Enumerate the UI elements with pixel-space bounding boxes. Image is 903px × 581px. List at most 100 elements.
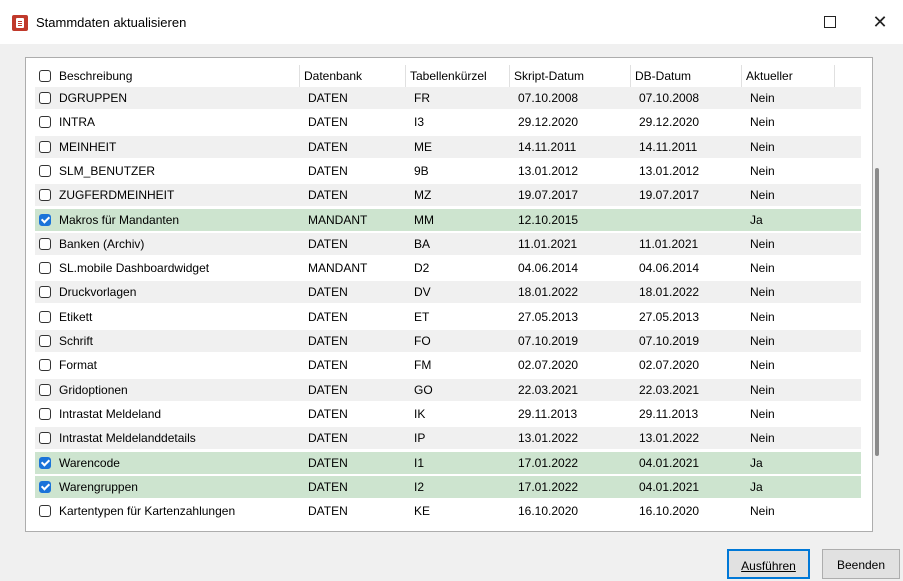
row-description: MEINHEIT — [59, 139, 117, 154]
row-checkbox[interactable] — [39, 116, 51, 129]
maximize-button[interactable] — [807, 0, 853, 44]
row-checkbox[interactable] — [39, 456, 51, 469]
row-description: Warencode — [59, 455, 120, 470]
cell-datenbank: DATEN — [308, 406, 348, 421]
cell-db-datum: 04.06.2014 — [639, 261, 700, 276]
row-checkbox[interactable] — [39, 310, 51, 323]
row-checkbox[interactable] — [39, 359, 51, 372]
row-description: SL.mobile Dashboardwidget — [59, 261, 210, 276]
end-button[interactable]: Beenden — [822, 549, 900, 579]
cell-aktueller: Nein — [750, 163, 775, 178]
cell-beschreibung: Intrastat Meldeland — [35, 403, 300, 426]
cell-skript-datum: 11.01.2021 — [518, 236, 578, 251]
cell-aktueller: Ja — [750, 455, 763, 470]
row-description: SLM_BENUTZER — [59, 163, 156, 178]
cell-db-datum: 07.10.2008 — [639, 91, 700, 105]
row-checkbox[interactable] — [39, 237, 51, 250]
row-checkbox[interactable] — [39, 189, 51, 202]
row-checkbox[interactable] — [39, 505, 51, 518]
cell-skript-datum: 13.01.2012 — [518, 163, 579, 178]
cell-tabellenkuerzel: BA — [414, 236, 431, 251]
table-row[interactable]: Kartentypen für Kartenzahlungen DATEN KE 16… — [35, 500, 861, 524]
table-row[interactable]: Gridoptionen DATEN GO 22.03.2021 22.03.2021 N… — [35, 378, 861, 402]
table-row[interactable]: Etikett DATEN ET 27.05.2013 27.05.2013 Nein — [35, 305, 861, 329]
table-row[interactable]: Intrastat Meldelanddetails DATEN IP 13.01.2… — [35, 427, 861, 451]
row-description: ZUGFERDMEINHEIT — [59, 188, 175, 203]
row-checkbox[interactable] — [39, 407, 51, 420]
column-header-db-datum[interactable]: DB-Datum — [631, 65, 742, 87]
column-label: Beschreibung — [59, 69, 133, 83]
row-checkbox[interactable] — [39, 164, 51, 177]
row-checkbox[interactable] — [39, 335, 51, 347]
column-header-aktueller[interactable]: Aktueller — [742, 65, 835, 87]
table-row[interactable]: SL.mobile Dashboardwidget MANDANT D2 04.06.… — [35, 257, 861, 281]
table-row[interactable]: Warengruppen DATEN I2 17.01.2022 04.01.2021 J… — [35, 475, 861, 499]
cell-datenbank: DATEN — [308, 309, 348, 324]
run-button[interactable]: Ausführen — [727, 549, 810, 579]
cell-datenbank: DATEN — [308, 431, 348, 446]
data-grid[interactable]: Beschreibung Datenbank Tabellenkürzel Sk… — [25, 57, 879, 532]
column-header-datenbank[interactable]: Datenbank — [300, 65, 406, 87]
row-checkbox[interactable] — [39, 432, 51, 445]
table-row[interactable]: SLM_BENUTZER DATEN 9B 13.01.2012 13.01.2012 N… — [35, 159, 861, 183]
cell-db-datum: 13.01.2012 — [639, 163, 700, 178]
row-description: Banken (Archiv) — [59, 236, 145, 251]
cell-db-datum: 02.07.2020 — [639, 358, 700, 373]
table-row[interactable]: DGRUPPEN DATEN FR 07.10.2008 07.10.2008 Nein — [35, 87, 861, 110]
row-checkbox[interactable] — [39, 286, 51, 299]
table-row[interactable]: ZUGFERDMEINHEIT DATEN MZ 19.07.2017 19.07.20… — [35, 184, 861, 208]
vertical-scrollbar[interactable] — [875, 168, 879, 456]
cell-tabellenkuerzel: DV — [414, 285, 431, 300]
cell-db-datum: 14.11.2011 — [639, 139, 698, 154]
cell-datenbank: DATEN — [308, 139, 348, 154]
cell-aktueller: Nein — [750, 91, 775, 105]
maximize-icon — [824, 16, 836, 28]
row-checkbox[interactable] — [39, 213, 51, 226]
row-description: Warengruppen — [59, 479, 138, 494]
cell-datenbank: DATEN — [308, 358, 348, 373]
close-button[interactable]: ✕ — [857, 0, 903, 44]
cell-db-datum: 19.07.2017 — [639, 188, 700, 203]
column-header-beschreibung[interactable]: Beschreibung — [35, 65, 300, 87]
table-row[interactable]: MEINHEIT DATEN ME 14.11.2011 14.11.2011 Nein — [35, 135, 861, 159]
cell-tabellenkuerzel: FO — [414, 334, 431, 348]
table-row[interactable]: Schrift DATEN FO 07.10.2019 07.10.2019 Nein — [35, 330, 861, 353]
cell-skript-datum: 04.06.2014 — [518, 261, 579, 276]
row-checkbox[interactable] — [39, 480, 51, 493]
cell-skript-datum: 17.01.2022 — [518, 455, 579, 470]
row-checkbox[interactable] — [39, 92, 51, 104]
cell-beschreibung: Etikett — [35, 306, 300, 329]
cell-skript-datum: 19.07.2017 — [518, 188, 579, 203]
cell-beschreibung: SL.mobile Dashboardwidget — [35, 257, 300, 280]
cell-tabellenkuerzel: KE — [414, 504, 431, 519]
title-bar: Stammdaten aktualisieren ✕ — [0, 0, 903, 44]
column-header-tabellenkuerzel[interactable]: Tabellenkürzel — [406, 65, 510, 87]
cell-skript-datum: 18.01.2022 — [518, 285, 579, 300]
table-row[interactable]: Banken (Archiv) DATEN BA 11.01.2021 11.01.20… — [35, 232, 861, 256]
table-row[interactable]: Makros für Mandanten MANDANT MM 12.10.2015 J… — [35, 208, 861, 232]
row-checkbox[interactable] — [39, 140, 51, 153]
row-checkbox[interactable] — [39, 262, 51, 275]
table-row[interactable]: Format DATEN FM 02.07.2020 02.07.2020 Nein — [35, 354, 861, 378]
row-checkbox[interactable] — [39, 383, 51, 396]
cell-datenbank: DATEN — [308, 236, 348, 251]
table-row[interactable]: Warencode DATEN I1 17.01.2022 04.01.2021 Ja — [35, 451, 861, 475]
cell-db-datum: 04.01.2021 — [639, 479, 700, 494]
app-icon — [12, 15, 28, 31]
select-all-checkbox[interactable] — [39, 70, 51, 82]
table-row[interactable]: Intrastat Meldeland DATEN IK 29.11.2013 29.1… — [35, 402, 861, 426]
cell-tabellenkuerzel: MM — [414, 212, 434, 227]
cell-db-datum: 29.12.2020 — [639, 115, 700, 130]
row-description: Intrastat Meldelanddetails — [59, 431, 196, 446]
cell-tabellenkuerzel: MZ — [414, 188, 432, 203]
cell-beschreibung: SLM_BENUTZER — [35, 160, 300, 183]
cell-datenbank: DATEN — [308, 188, 348, 203]
table-row[interactable]: INTRA DATEN I3 29.12.2020 29.12.2020 Nein — [35, 111, 861, 135]
cell-skript-datum: 22.03.2021 — [518, 382, 579, 397]
cell-datenbank: DATEN — [308, 334, 348, 348]
column-header-skript-datum[interactable]: Skript-Datum — [510, 65, 631, 87]
cell-aktueller: Nein — [750, 261, 775, 276]
cell-beschreibung: Format — [35, 354, 300, 377]
cell-tabellenkuerzel: ET — [414, 309, 430, 324]
table-row[interactable]: Druckvorlagen DATEN DV 18.01.2022 18.01.2022… — [35, 281, 861, 305]
